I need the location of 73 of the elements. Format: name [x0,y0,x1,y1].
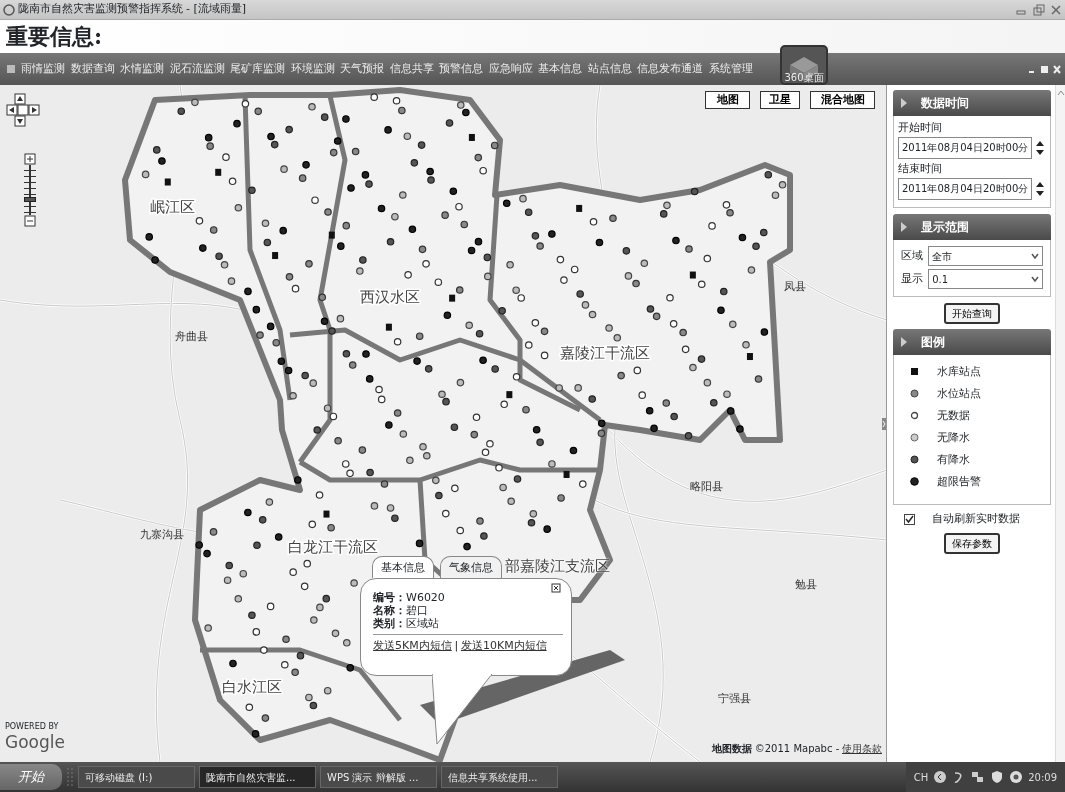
popup-field: 名称：碧口 [373,604,563,617]
menu-item[interactable]: 水情监测 [120,60,164,78]
menu-item[interactable]: 数据查询 [70,60,115,78]
map-type-button[interactable]: 混合地图 [810,91,875,109]
send-sms-link[interactable]: 发送10KM内短信 [460,638,547,655]
popup-field: 编号：W6020 [373,591,563,604]
menu-item[interactable]: 天气预报 [340,60,384,78]
field-label: 区域 [900,248,923,264]
legend-label: 无数据 [936,407,970,424]
menu-item[interactable]: 系统管理 [708,60,753,78]
checkbox-label: 自动刷新实时数据 [931,510,1020,527]
place-label: 九寨沟县 [140,528,184,541]
terms-link[interactable]: 使用条款 [842,741,882,756]
taskbar-item[interactable]: 陇南市自然灾害监... [199,766,316,788]
save-button[interactable]: 保存参数 [944,532,1000,554]
place-label: 宁强县 [718,692,751,705]
region-label: 白龙江干流区 [288,538,378,556]
taskbar-item[interactable]: 信息共享系统使用... [441,766,558,788]
send-sms-link[interactable]: 发送5KM内短信 [373,638,452,655]
menu-item[interactable]: 信息发布通道 [637,60,703,78]
legend-label: 无降水 [936,429,970,446]
field-label: 结束时间 [898,161,943,178]
place-label: 凤县 [784,280,806,293]
region-label: 西汉水区 [360,288,420,306]
datetime-field[interactable]: 2011年08月04日20时00分 [898,136,1033,159]
field-label: 显示 [900,270,923,287]
clock: 20:09 [1028,770,1057,785]
section-title: 数据时间 [921,95,969,112]
query-button[interactable]: 开始查询 [944,302,1000,324]
select-field[interactable]: 全市 [928,246,1044,267]
select-value: 0.1 [932,272,949,287]
page-heading: 重要信息: [5,22,103,51]
place-label: 勉县 [795,578,817,591]
legend-label: 超限告警 [936,473,981,490]
logo-caption: POWERED BY [5,721,60,733]
map-type-button[interactable]: 地图 [705,91,750,109]
region-label: 岷江区 [150,198,195,216]
datetime-field[interactable]: 2011年08月04日20时00分 [898,177,1033,200]
menu-item[interactable]: 雨情监测 [21,60,65,78]
attribution-text: 地图数据 [712,742,752,756]
attribution-text: ©2011 Mapabc - [754,742,840,756]
menu-item[interactable]: 预警信息 [439,60,483,78]
menu-item[interactable]: 尾矿库监测 [230,60,285,78]
field-label: 开始时间 [898,120,943,136]
desktop-widget[interactable]: 360桌面 [780,45,828,85]
section-title: 图例 [921,334,945,352]
start-button[interactable]: 开始 [0,764,62,790]
map-type-button[interactable]: 卫星 [760,91,800,109]
menu-item[interactable]: 泥石流监测 [169,60,225,78]
region-label: 嘉陵江干流区 [560,344,650,362]
link-separator: | [454,638,459,654]
place-label: 舟曲县 [175,330,208,343]
legend-label: 水库站点 [936,363,981,380]
language-indicator: CH [913,770,929,785]
popup-tab[interactable]: 气象信息 [440,556,502,578]
window-title: 陇南市自然灾害监测预警指挥系统 - [流域雨量] [17,1,247,18]
region-label: 白水江区 [222,678,282,696]
taskbar-item[interactable]: WPS 演示 辩解版 ... [320,766,437,788]
select-value: 全市 [932,249,953,264]
taskbar-item[interactable]: 可移动磁盘 (I:) [78,766,195,788]
menu-item[interactable]: 应急响应 [488,60,533,78]
logo-text: Google [5,733,65,751]
section-title: 显示范围 [921,218,969,236]
menu-item[interactable]: 站点信息 [587,60,632,78]
menu-item[interactable]: 环境监测 [290,60,335,78]
select-field[interactable]: 0.1 [928,269,1044,289]
popup-tab[interactable]: 基本信息 [372,556,434,578]
menu-item[interactable]: 信息共享 [389,60,434,78]
place-label: 略阳县 [690,480,723,493]
popup-field: 类别：区域站 [373,617,563,630]
legend-label: 有降水 [936,451,970,468]
legend-label: 水位站点 [936,385,981,402]
menu-item[interactable]: 基本信息 [538,60,582,78]
